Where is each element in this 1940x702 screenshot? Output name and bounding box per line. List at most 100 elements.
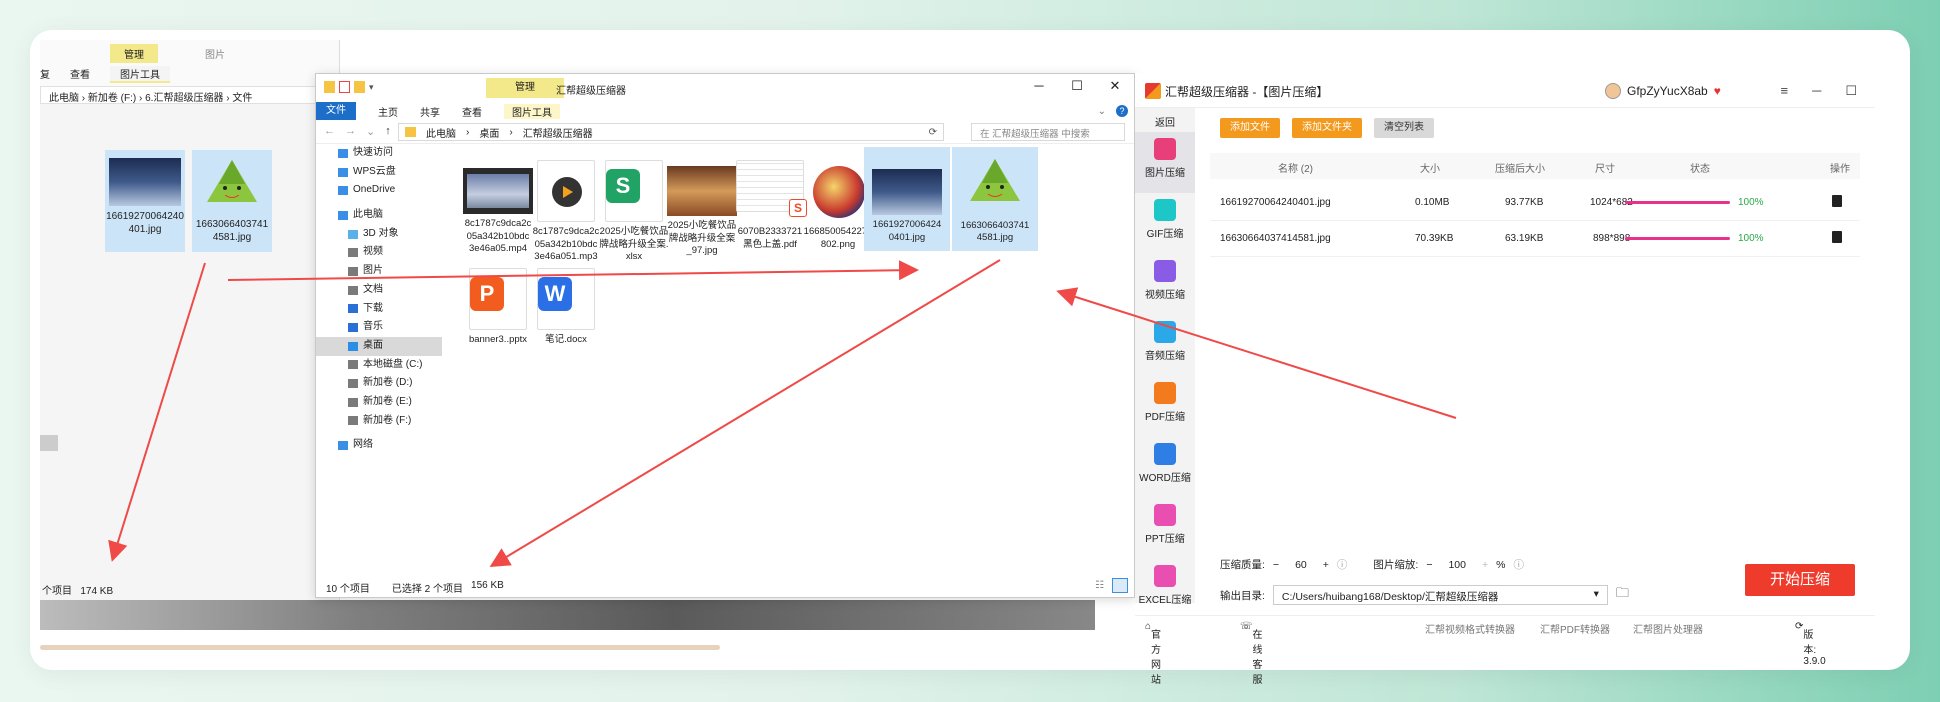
sidebar-item[interactable]: EXCEL压缩 (1135, 559, 1195, 620)
crumb[interactable]: 此电脑 (49, 93, 79, 103)
file-item-docx[interactable]: W 笔记.docx (524, 262, 608, 345)
scale-plus-button[interactable]: + (1482, 559, 1488, 571)
crumb[interactable]: 文件 (232, 93, 252, 103)
trash-icon[interactable] (1832, 195, 1842, 207)
back-file-1[interactable]: 16619270064240 401.jpg (105, 150, 185, 252)
col-after[interactable]: 压缩后大小 (1495, 160, 1545, 175)
path-segment[interactable]: 汇帮超级压缩器 (523, 125, 593, 140)
sidebar-item[interactable]: PPT压缩 (1135, 498, 1195, 559)
nav-item[interactable]: 本地磁盘 (C:) (316, 356, 442, 375)
col-status[interactable]: 状态 (1690, 160, 1710, 175)
nav-item[interactable]: WPS云盘 (316, 163, 442, 182)
scroll-thumb[interactable] (40, 435, 58, 451)
dropdown-icon[interactable]: ⌄ (366, 125, 375, 138)
nav-item[interactable]: 新加卷 (E:) (316, 393, 442, 412)
tab-picture-tools[interactable]: 图片工具 (504, 103, 560, 119)
customer-service-link[interactable]: ☏ 在线客服 (1240, 621, 1263, 686)
sidebar-item[interactable]: 音频压缩 (1135, 315, 1195, 376)
chevron-down-icon[interactable]: ⌄ (1098, 106, 1106, 117)
tab-home[interactable]: 主页 (378, 104, 398, 119)
video-converter-link[interactable]: 汇帮视频格式转换器 (1425, 621, 1515, 636)
col-dim[interactable]: 尺寸 (1595, 160, 1615, 175)
maximize-icon[interactable]: ☐ (1845, 83, 1857, 99)
back-tab-share[interactable]: 复 (40, 66, 50, 83)
nav-item[interactable]: 文档 (316, 281, 442, 300)
sidebar-item[interactable]: 图片压缩 (1135, 132, 1195, 193)
nav-item[interactable]: 快速访问 (316, 144, 442, 163)
username[interactable]: GfpZyYucX8ab (1627, 84, 1708, 98)
manage-tab[interactable]: 管理 (486, 78, 564, 98)
nav-item[interactable]: 视频 (316, 243, 442, 262)
col-name[interactable]: 名称 (2) (1278, 160, 1313, 175)
folder-icon[interactable] (324, 81, 335, 93)
pdf-converter-link[interactable]: 汇帮PDF转换器 (1540, 621, 1610, 636)
start-compress-button[interactable]: 开始压缩 (1745, 564, 1855, 596)
nav-item[interactable]: 桌面 (316, 336, 442, 356)
minimize-icon[interactable]: ─ (1812, 83, 1821, 99)
file-item-selected-1[interactable]: 1661927006424 0401.jpg (864, 147, 950, 251)
tab-file[interactable]: 文件 (316, 102, 356, 120)
up-arrow-icon[interactable]: ↑ (385, 125, 391, 138)
col-size[interactable]: 大小 (1420, 160, 1440, 175)
new-folder-icon[interactable] (354, 81, 365, 93)
sidebar-item[interactable]: PDF压缩 (1135, 376, 1195, 437)
image-processor-link[interactable]: 汇帮图片处理器 (1633, 621, 1703, 636)
help-icon[interactable]: ⓘ (1513, 557, 1524, 572)
back-breadcrumb[interactable]: 此电脑 › 新加卷 (F:) › 6.汇帮超级压缩器 › 文件 (40, 86, 339, 104)
back-arrow-icon[interactable]: ← (324, 125, 335, 138)
folder-open-icon[interactable]: 🗀 (1616, 584, 1629, 606)
quality-value[interactable]: 60 (1287, 559, 1315, 571)
trash-icon[interactable] (1832, 231, 1842, 243)
scale-minus-button[interactable]: − (1426, 559, 1432, 571)
path-segment[interactable]: 此电脑 (426, 125, 456, 140)
minimize-icon[interactable]: ─ (1020, 74, 1058, 98)
maximize-icon[interactable]: ☐ (1058, 74, 1096, 98)
details-view-icon[interactable]: ☷ (1095, 580, 1104, 591)
back-button[interactable]: 返回 (1135, 108, 1195, 132)
help-icon[interactable]: ⓘ (1337, 557, 1348, 572)
nav-item[interactable]: 此电脑 (316, 206, 442, 225)
crumb[interactable]: 6.汇帮超级压缩器 (145, 93, 223, 103)
large-icons-view-icon[interactable] (1112, 578, 1128, 593)
back-tab-view[interactable]: 查看 (70, 66, 90, 83)
address-bar[interactable]: 此电脑 › 桌面 › 汇帮超级压缩器 ⟳ (398, 123, 944, 141)
sidebar-item[interactable]: WORD压缩 (1135, 437, 1195, 498)
properties-icon[interactable] (339, 81, 350, 93)
file-item-selected-2[interactable]: 1663066403741 4581.jpg (952, 147, 1038, 251)
crumb[interactable]: 新加卷 (F:) (88, 93, 136, 103)
menu-icon[interactable]: ≡ (1781, 83, 1789, 99)
help-icon[interactable]: ? (1116, 105, 1128, 117)
website-link[interactable]: ⌂ 官方网站 (1145, 621, 1161, 686)
clear-list-button[interactable]: 清空列表 (1374, 118, 1434, 138)
tab-share[interactable]: 共享 (420, 104, 440, 119)
nav-item[interactable]: 新加卷 (F:) (316, 412, 442, 431)
chevron-down-icon[interactable]: ▾ (1594, 588, 1599, 600)
tab-view[interactable]: 查看 (462, 104, 482, 119)
nav-item[interactable]: 音乐 (316, 318, 442, 337)
quality-plus-button[interactable]: + (1323, 559, 1329, 571)
nav-item[interactable]: 3D 对象 (316, 225, 442, 244)
sidebar-item[interactable]: GIF压缩 (1135, 193, 1195, 254)
col-op[interactable]: 操作 (1830, 160, 1850, 175)
table-row[interactable]: 16630664037414581.jpg 70.39KB 63.19KB 89… (1210, 221, 1860, 257)
dropdown-icon[interactable]: ▾ (369, 81, 377, 93)
avatar[interactable] (1605, 83, 1621, 99)
vip-heart-icon[interactable]: ♥ (1714, 84, 1721, 98)
close-icon[interactable]: ✕ (1096, 74, 1134, 98)
refresh-icon[interactable]: ⟳ (929, 127, 937, 138)
table-row[interactable]: 16619270064240401.jpg 0.10MB 93.77KB 102… (1210, 185, 1860, 221)
nav-item[interactable]: 新加卷 (D:) (316, 374, 442, 393)
search-input[interactable]: 在 汇帮超级压缩器 中搜索 (971, 123, 1125, 141)
nav-item[interactable]: 下载 (316, 300, 442, 319)
add-file-button[interactable]: 添加文件 (1220, 118, 1280, 138)
nav-item[interactable]: 图片 (316, 262, 442, 281)
forward-arrow-icon[interactable]: → (345, 125, 356, 138)
add-folder-button[interactable]: 添加文件夹 (1292, 118, 1362, 138)
nav-item[interactable]: OneDrive (316, 181, 442, 200)
back-manage-tab[interactable]: 管理 (110, 44, 158, 63)
nav-item[interactable]: 网络 (316, 436, 442, 455)
sidebar-item[interactable]: 视频压缩 (1135, 254, 1195, 315)
quality-minus-button[interactable]: − (1273, 559, 1279, 571)
horizontal-scrollbar[interactable] (40, 645, 720, 650)
user-info[interactable]: GfpZyYucX8ab ♥ (1605, 83, 1721, 99)
